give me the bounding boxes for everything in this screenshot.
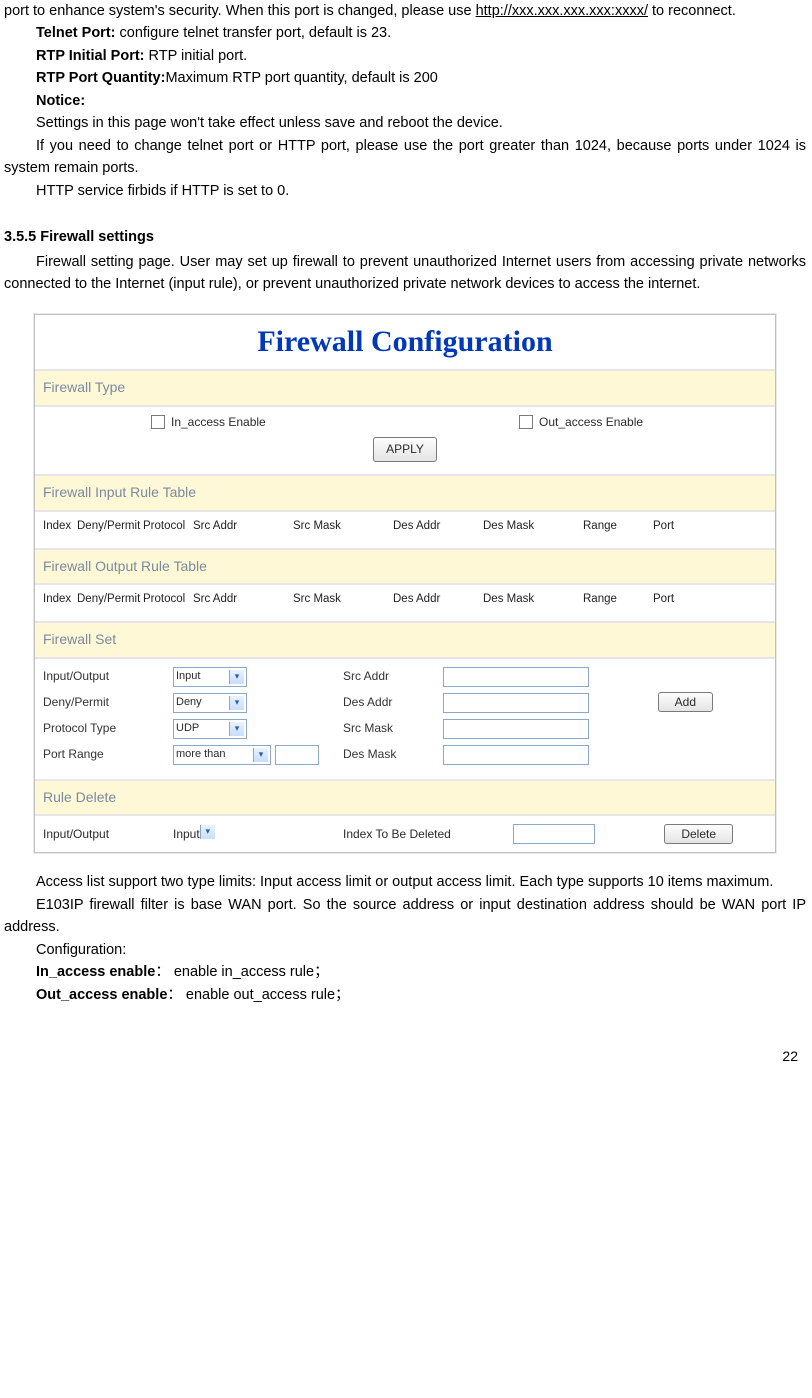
src-addr-input[interactable] xyxy=(443,667,589,687)
col-port: Port xyxy=(653,591,698,609)
body-text: port to enhance system's security. When … xyxy=(4,0,806,22)
col-protocol: Protocol xyxy=(143,591,193,609)
rd-io-select[interactable]: Input▾ xyxy=(173,825,241,844)
delete-button[interactable]: Delete xyxy=(664,824,733,844)
io-select[interactable]: Input ▾ xyxy=(173,667,247,687)
rtp-initial-line: RTP Initial Port: RTP initial port. xyxy=(4,45,806,67)
notice-line-1: Settings in this page won't take effect … xyxy=(4,112,806,134)
text: configure telnet transfer port, default … xyxy=(115,25,391,41)
in-access-label: In_access Enable xyxy=(171,413,266,432)
output-rule-header: Firewall Output Rule Table xyxy=(35,548,775,586)
io-label: Input/Output xyxy=(43,667,173,686)
col-protocol: Protocol xyxy=(143,518,193,536)
port-range-select[interactable]: more than ▾ xyxy=(173,745,271,765)
col-deny-permit: Deny/Permit xyxy=(77,591,143,609)
col-src-addr: Src Addr xyxy=(193,518,293,536)
rd-index-label: Index To Be Deleted xyxy=(343,825,513,844)
label: In_access enable xyxy=(36,964,155,980)
text-fragment: port to enhance system's security. When … xyxy=(4,3,476,19)
apply-button[interactable]: APPLY xyxy=(373,437,437,462)
text-fragment: to reconnect. xyxy=(648,3,736,19)
label: RTP Initial Port: xyxy=(36,48,149,64)
screenshot-title: Firewall Configuration xyxy=(35,315,775,370)
col-src-mask: Src Mask xyxy=(293,591,393,609)
page-number: 22 xyxy=(4,1006,806,1068)
des-mask-label: Des Mask xyxy=(343,745,443,764)
port-range-label: Port Range xyxy=(43,745,173,764)
in-access-checkbox[interactable] xyxy=(151,415,165,429)
col-des-addr: Des Addr xyxy=(393,591,483,609)
firewall-type-row: In_access Enable Out_access Enable xyxy=(35,407,775,438)
col-src-addr: Src Addr xyxy=(193,591,293,609)
chevron-down-icon: ▾ xyxy=(253,748,268,762)
col-src-mask: Src Mask xyxy=(293,518,393,536)
src-mask-label: Src Mask xyxy=(343,719,443,738)
label: Out_access enable xyxy=(36,987,167,1003)
out-access-enable-line: Out_access enable： enable out_access rul… xyxy=(4,984,806,1006)
col-range: Range xyxy=(583,518,653,536)
rd-io-label: Input/Output xyxy=(43,825,173,844)
after-line-1: Access list support two type limits: Inp… xyxy=(4,871,806,893)
out-access-checkbox[interactable] xyxy=(519,415,533,429)
input-rule-header: Firewall Input Rule Table xyxy=(35,474,775,512)
protocol-label: Protocol Type xyxy=(43,719,173,738)
text: ： enable in_access rule； xyxy=(155,964,328,980)
col-des-mask: Des Mask xyxy=(483,591,583,609)
input-rule-columns: Index Deny/Permit Protocol Src Addr Src … xyxy=(35,512,775,542)
col-port: Port xyxy=(653,518,698,536)
label: Notice: xyxy=(36,93,85,109)
src-mask-input[interactable] xyxy=(443,719,589,739)
deny-permit-label: Deny/Permit xyxy=(43,693,173,712)
notice-line-2: If you need to change telnet port or HTT… xyxy=(4,135,806,180)
chevron-down-icon: ▾ xyxy=(229,696,244,710)
after-line-2: E103IP firewall filter is base WAN port.… xyxy=(4,894,806,939)
src-addr-label: Src Addr xyxy=(343,667,443,686)
text: Maximum RTP port quantity, default is 20… xyxy=(165,70,437,86)
firewall-set-header: Firewall Set xyxy=(35,621,775,659)
deny-permit-select[interactable]: Deny ▾ xyxy=(173,693,247,713)
label: Telnet Port: xyxy=(36,25,115,41)
firewall-set-grid: Input/Output Input ▾ Src Addr Deny/Permit… xyxy=(35,659,775,773)
out-access-label: Out_access Enable xyxy=(539,413,643,432)
section-body: Firewall setting page. User may set up f… xyxy=(4,251,806,296)
col-index: Index xyxy=(43,591,77,609)
firewall-type-header: Firewall Type xyxy=(35,369,775,407)
rtp-qty-line: RTP Port Quantity:Maximum RTP port quant… xyxy=(4,67,806,89)
configuration-label: Configuration: xyxy=(4,939,806,961)
col-index: Index xyxy=(43,518,77,536)
chevron-down-icon: ▾ xyxy=(200,825,215,839)
rule-delete-row: Input/Output Input▾ Index To Be Deleted … xyxy=(35,816,775,852)
output-rule-columns: Index Deny/Permit Protocol Src Addr Src … xyxy=(35,585,775,615)
port-range-value: more than xyxy=(176,746,226,763)
col-deny-permit: Deny/Permit xyxy=(77,518,143,536)
chevron-down-icon: ▾ xyxy=(229,670,244,684)
section-heading: 3.5.5 Firewall settings xyxy=(4,226,806,248)
protocol-value: UDP xyxy=(176,720,199,737)
text: ： enable out_access rule； xyxy=(167,987,349,1003)
rule-delete-header: Rule Delete xyxy=(35,779,775,817)
telnet-port-line: Telnet Port: configure telnet transfer p… xyxy=(4,22,806,44)
col-des-addr: Des Addr xyxy=(393,518,483,536)
deny-permit-value: Deny xyxy=(176,694,202,711)
firewall-config-screenshot: Firewall Configuration Firewall Type In_… xyxy=(34,314,776,854)
notice-line-3: HTTP service firbids if HTTP is set to 0… xyxy=(4,180,806,202)
text: RTP initial port. xyxy=(149,48,248,64)
in-access-enable-line: In_access enable： enable in_access rule； xyxy=(4,961,806,983)
add-button[interactable]: Add xyxy=(658,692,713,712)
port-range-input[interactable] xyxy=(275,745,319,765)
rd-index-input[interactable] xyxy=(513,824,595,844)
url-text: http://xxx.xxx.xxx.xxx:xxxx/ xyxy=(476,3,648,19)
col-des-mask: Des Mask xyxy=(483,518,583,536)
io-value: Input xyxy=(176,668,200,685)
des-mask-input[interactable] xyxy=(443,745,589,765)
rd-io-value: Input xyxy=(173,825,200,844)
chevron-down-icon: ▾ xyxy=(229,722,244,736)
label: RTP Port Quantity: xyxy=(36,70,165,86)
des-addr-label: Des Addr xyxy=(343,693,443,712)
protocol-select[interactable]: UDP ▾ xyxy=(173,719,247,739)
col-range: Range xyxy=(583,591,653,609)
des-addr-input[interactable] xyxy=(443,693,589,713)
notice-label: Notice: xyxy=(4,90,806,112)
